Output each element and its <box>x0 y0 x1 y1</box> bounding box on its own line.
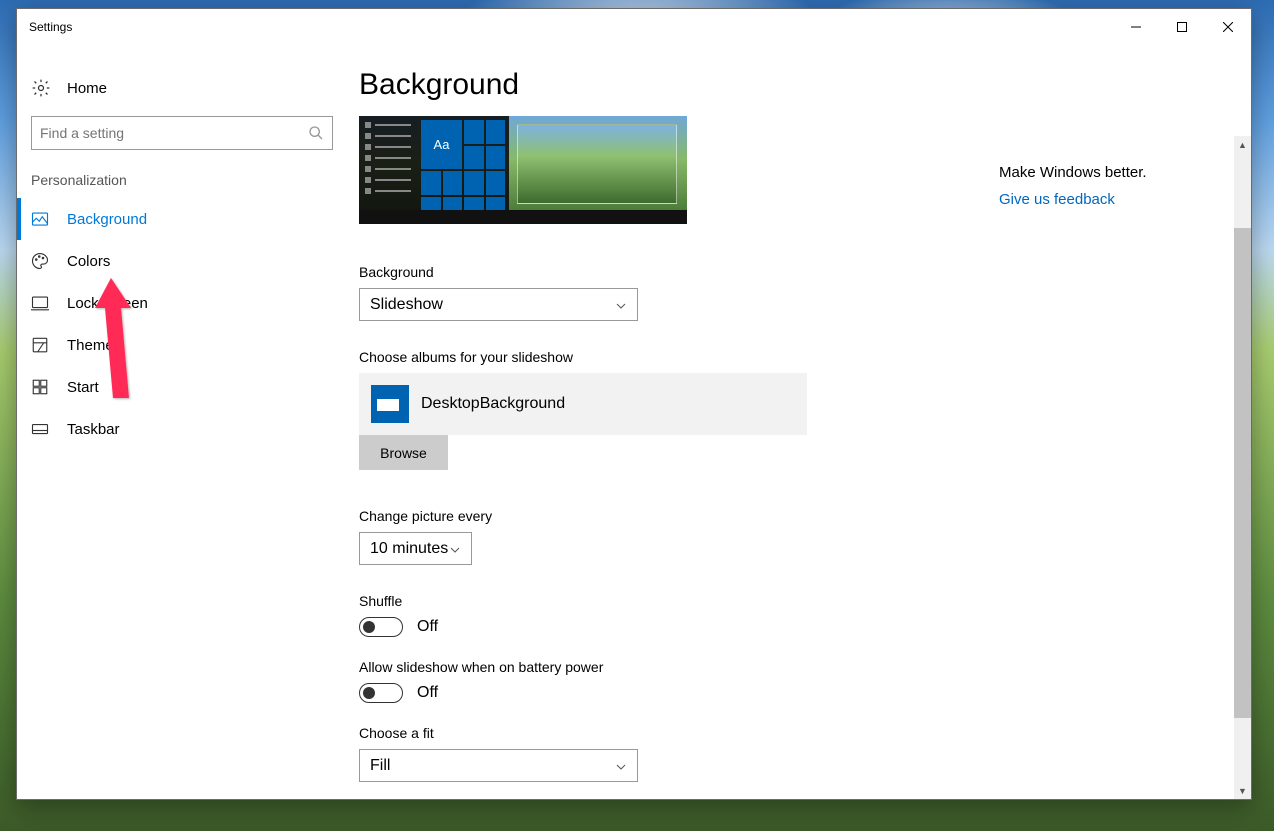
sidebar-item-start[interactable]: Start <box>17 366 347 408</box>
desktop-preview: Aa <box>359 116 687 224</box>
window-title: Settings <box>29 20 72 34</box>
folder-icon <box>371 385 409 423</box>
album-name: DesktopBackground <box>421 395 565 413</box>
search-icon <box>308 125 324 141</box>
sidebar-item-taskbar[interactable]: Taskbar <box>17 408 347 450</box>
titlebar: Settings <box>17 9 1251 44</box>
home-label: Home <box>67 80 107 97</box>
sidebar-item-label: Colors <box>67 253 110 270</box>
change-picture-value: 10 minutes <box>370 540 448 558</box>
shuffle-state: Off <box>417 618 438 636</box>
fit-label: Choose a fit <box>359 725 997 741</box>
feedback-heading: Make Windows better. <box>999 164 1219 181</box>
feedback-panel: Make Windows better. Give us feedback <box>999 164 1219 208</box>
sidebar-item-colors[interactable]: Colors <box>17 240 347 282</box>
fit-value: Fill <box>370 757 390 775</box>
background-dropdown-value: Slideshow <box>370 296 443 314</box>
albums-label: Choose albums for your slideshow <box>359 349 997 365</box>
gear-icon <box>31 78 51 98</box>
change-picture-dropdown[interactable]: 10 minutes <box>359 532 472 565</box>
lock-screen-icon <box>31 294 49 312</box>
search-box[interactable] <box>31 116 333 150</box>
shuffle-toggle[interactable] <box>359 617 403 637</box>
sidebar-item-label: Start <box>67 379 99 396</box>
page-title: Background <box>359 68 997 102</box>
background-dropdown[interactable]: Slideshow <box>359 288 638 321</box>
maximize-button[interactable] <box>1159 9 1205 44</box>
settings-window: Settings Home Personalization <box>16 8 1252 800</box>
sidebar-item-label: Themes <box>67 337 121 354</box>
feedback-link[interactable]: Give us feedback <box>999 191 1219 208</box>
sidebar-item-label: Lock screen <box>67 295 148 312</box>
battery-state: Off <box>417 684 438 702</box>
chevron-down-icon <box>615 299 627 311</box>
vertical-scrollbar[interactable]: ▲ ▼ <box>1234 136 1251 799</box>
picture-icon <box>31 210 49 228</box>
sidebar-item-label: Background <box>67 211 147 228</box>
scroll-up-icon[interactable]: ▲ <box>1234 136 1251 153</box>
battery-label: Allow slideshow when on battery power <box>359 659 997 675</box>
taskbar-icon <box>31 420 49 438</box>
sidebar: Home Personalization Background Colors L… <box>17 44 347 799</box>
scrollbar-thumb[interactable] <box>1234 228 1251 718</box>
chevron-down-icon <box>615 760 627 772</box>
album-item[interactable]: DesktopBackground <box>359 373 807 435</box>
start-icon <box>31 378 49 396</box>
sidebar-item-background[interactable]: Background <box>17 198 347 240</box>
preview-tile-aa: Aa <box>421 120 462 169</box>
home-button[interactable]: Home <box>17 72 347 116</box>
chevron-down-icon <box>449 543 461 555</box>
minimize-button[interactable] <box>1113 9 1159 44</box>
window-controls <box>1113 9 1251 44</box>
sidebar-item-label: Taskbar <box>67 421 120 438</box>
close-button[interactable] <box>1205 9 1251 44</box>
battery-toggle[interactable] <box>359 683 403 703</box>
palette-icon <box>31 252 49 270</box>
fit-dropdown[interactable]: Fill <box>359 749 638 782</box>
themes-icon <box>31 336 49 354</box>
sidebar-item-themes[interactable]: Themes <box>17 324 347 366</box>
content-area: Background <box>347 44 1251 799</box>
browse-button[interactable]: Browse <box>359 435 448 470</box>
category-header: Personalization <box>17 172 347 198</box>
background-label: Background <box>359 264 997 280</box>
shuffle-label: Shuffle <box>359 593 997 609</box>
change-picture-label: Change picture every <box>359 508 997 524</box>
search-input[interactable] <box>40 125 308 141</box>
scroll-down-icon[interactable]: ▼ <box>1234 782 1251 799</box>
sidebar-item-lock-screen[interactable]: Lock screen <box>17 282 347 324</box>
